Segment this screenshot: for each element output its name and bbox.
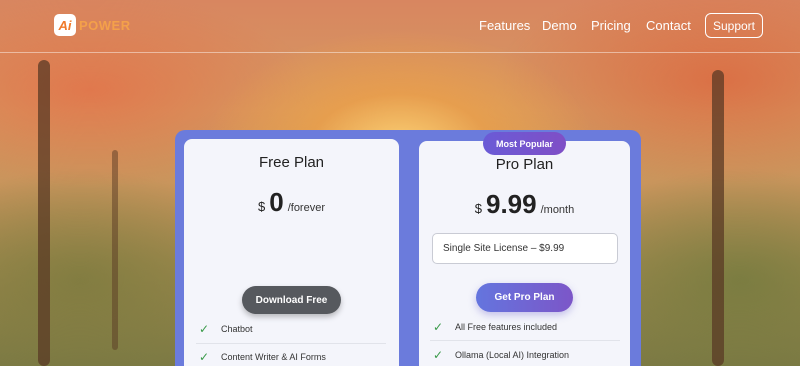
free-plan-title: Free Plan xyxy=(258,154,325,171)
background-tree xyxy=(112,150,118,350)
support-button[interactable]: Support xyxy=(705,13,763,38)
feature-item: ✓ Ollama (Local AI) Integration xyxy=(433,348,569,362)
site-header: Ai POWER Features Demo Pricing Contact S… xyxy=(0,0,800,53)
logo-text: POWER xyxy=(79,17,131,33)
feature-label: Content Writer & AI Forms xyxy=(221,352,326,362)
feature-item: ✓ Content Writer & AI Forms xyxy=(199,350,326,364)
feature-item: ✓ All Free features included xyxy=(433,320,557,334)
feature-label: All Free features included xyxy=(455,322,558,332)
background-tree xyxy=(712,70,724,366)
check-icon: ✓ xyxy=(433,348,444,362)
check-icon: ✓ xyxy=(199,350,210,364)
nav-pricing[interactable]: Pricing xyxy=(591,18,631,33)
currency-symbol: $ xyxy=(474,201,482,216)
feature-label: Chatbot xyxy=(221,324,253,334)
price-amount: 0 xyxy=(269,187,284,217)
feature-divider xyxy=(196,343,386,344)
check-icon: ✓ xyxy=(433,320,444,334)
nav-demo[interactable]: Demo xyxy=(542,18,577,33)
most-popular-badge: Most Popular xyxy=(483,132,566,155)
license-select[interactable]: Single Site License – $9.99 xyxy=(432,233,618,264)
price-amount: 9.99 xyxy=(485,189,537,219)
nav-contact[interactable]: Contact xyxy=(646,18,691,33)
pro-plan-price: $ 9.99 /month xyxy=(419,189,630,220)
currency-symbol: $ xyxy=(258,199,266,214)
free-plan-price: $ 0 /forever xyxy=(184,187,399,218)
pro-plan-title: Pro Plan xyxy=(495,156,554,173)
feature-item: ✓ Chatbot xyxy=(199,322,253,336)
check-icon: ✓ xyxy=(199,322,210,336)
get-pro-plan-button[interactable]: Get Pro Plan xyxy=(476,283,573,312)
logo[interactable]: Ai POWER xyxy=(54,14,131,36)
download-free-button[interactable]: Download Free xyxy=(242,286,341,314)
logo-icon: Ai xyxy=(54,14,76,36)
feature-label: Ollama (Local AI) Integration xyxy=(455,350,570,360)
price-period: /month xyxy=(540,204,575,216)
feature-divider xyxy=(430,340,620,341)
price-period: /forever xyxy=(287,202,325,214)
background-tree xyxy=(38,60,50,366)
nav-features[interactable]: Features xyxy=(479,18,530,33)
